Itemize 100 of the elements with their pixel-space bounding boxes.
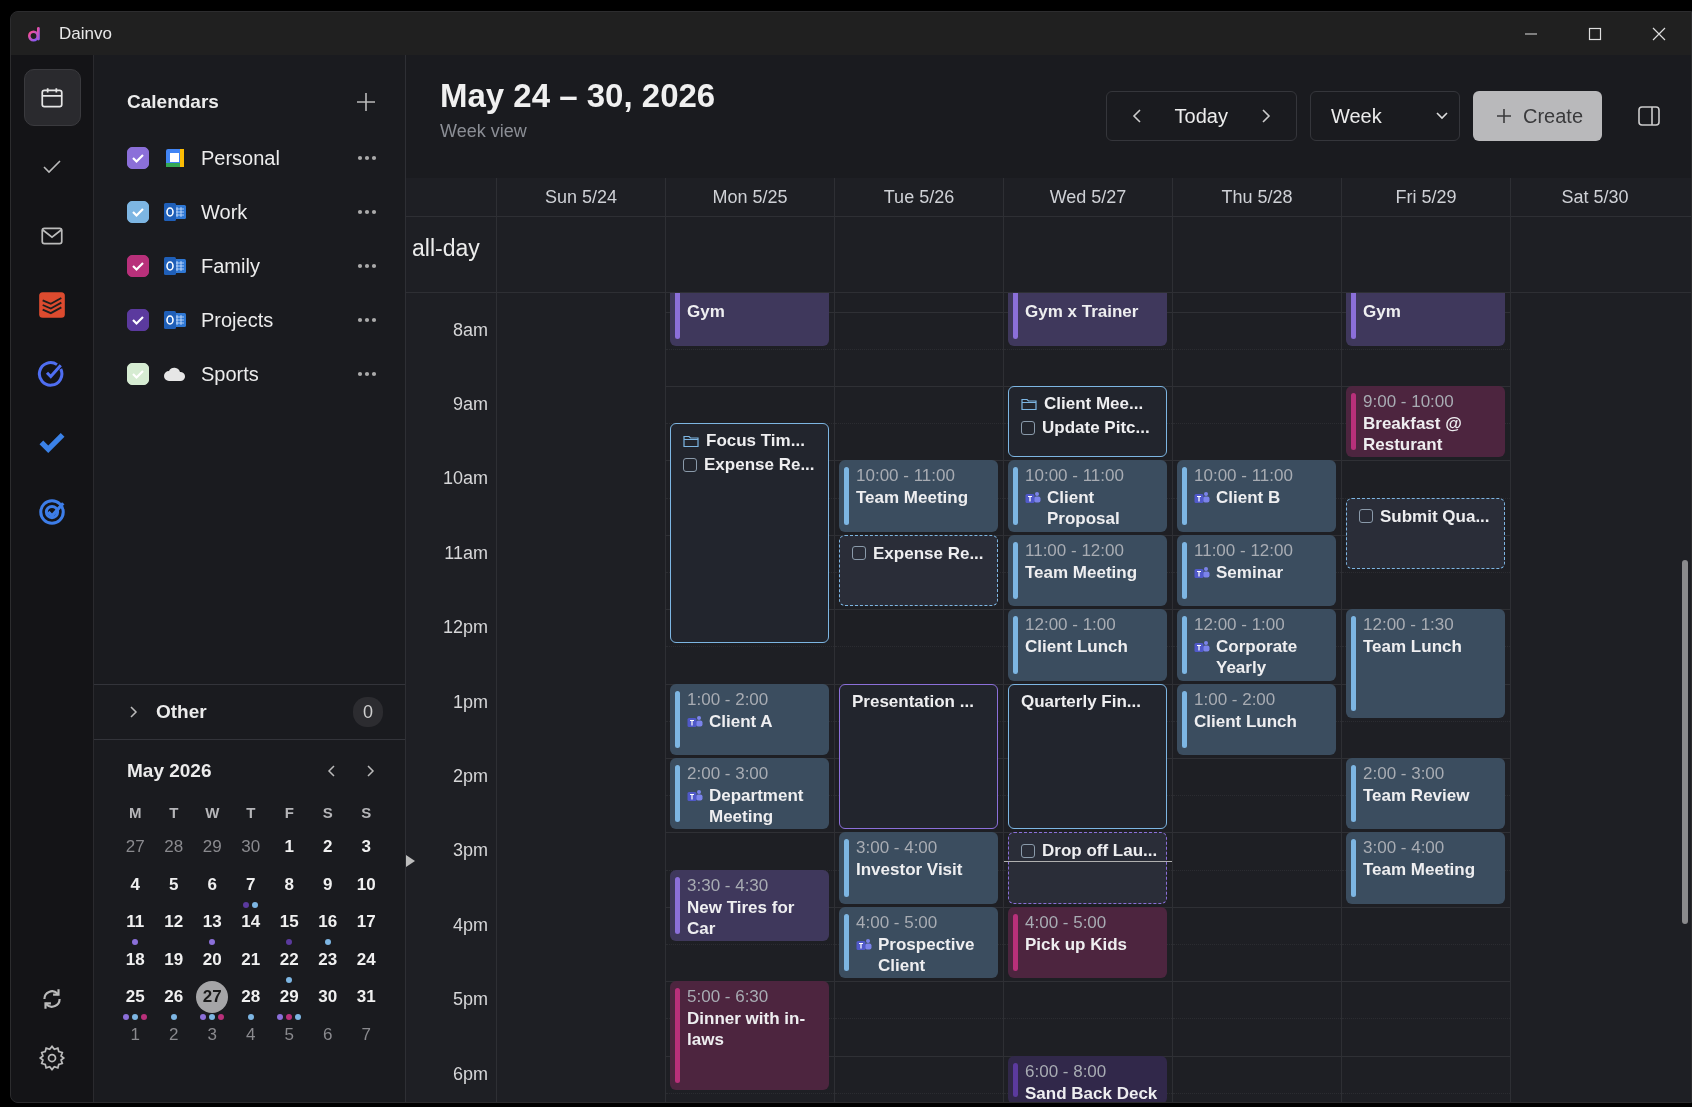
task-checkbox[interactable] bbox=[683, 457, 697, 472]
task-card[interactable]: Expense Re... bbox=[839, 534, 998, 607]
date-button[interactable]: 2 bbox=[311, 831, 344, 864]
date-button[interactable]: 13 bbox=[196, 906, 229, 939]
event-card[interactable]: 4:00 - 5:00 Pick up Kids bbox=[1008, 906, 1167, 979]
event-card[interactable]: 1:00 - 2:00 Client A bbox=[670, 683, 829, 755]
date-button[interactable]: 18 bbox=[119, 943, 152, 976]
date-button[interactable]: 11 bbox=[119, 906, 152, 939]
date-button[interactable]: 7 bbox=[234, 868, 267, 901]
calendar-checkbox[interactable] bbox=[127, 201, 149, 223]
date-button[interactable]: 12 bbox=[157, 906, 190, 939]
group-label[interactable]: Other bbox=[156, 701, 337, 723]
calendar-name[interactable]: Personal bbox=[201, 146, 357, 170]
event-card[interactable]: 2:00 - 3:00 Team Review bbox=[1346, 758, 1505, 830]
more-icon[interactable] bbox=[357, 317, 377, 323]
task-card[interactable]: Drop off Lau... bbox=[1008, 832, 1167, 904]
settings-icon[interactable] bbox=[38, 1044, 66, 1072]
date-button[interactable]: 6 bbox=[196, 868, 229, 901]
date-button[interactable]: 15 bbox=[273, 906, 306, 939]
event-card[interactable]: 12:00 - 1:00 Client Lunch bbox=[1008, 609, 1167, 681]
more-icon[interactable] bbox=[357, 155, 377, 161]
event-card[interactable]: 10:00 - 11:00 Client B bbox=[1177, 460, 1336, 532]
date-button[interactable]: 31 bbox=[350, 981, 383, 1014]
date-button[interactable]: 6 bbox=[311, 1018, 344, 1051]
date-button[interactable]: 2 bbox=[157, 1018, 190, 1051]
calendar-checkbox[interactable] bbox=[127, 255, 149, 277]
task-checkbox[interactable] bbox=[1021, 843, 1035, 858]
task-card[interactable]: Submit Qua... bbox=[1346, 497, 1505, 569]
task-checkbox[interactable] bbox=[1021, 420, 1035, 435]
event-group-card[interactable]: Client Mee... Update Pitc... bbox=[1008, 386, 1167, 458]
event-card[interactable]: 3:00 - 4:00 Investor Visit bbox=[839, 832, 998, 904]
side-panel-icon[interactable] bbox=[1637, 105, 1661, 127]
event-card[interactable]: 6:00 - 8:00 Sand Back Deck bbox=[1008, 1055, 1167, 1102]
event-card[interactable]: 10:00 - 11:00 Client Proposal bbox=[1008, 460, 1167, 532]
add-icon[interactable] bbox=[355, 91, 377, 113]
date-button[interactable]: 30 bbox=[311, 981, 344, 1014]
calendar-checkbox[interactable] bbox=[127, 147, 149, 169]
more-icon[interactable] bbox=[357, 263, 377, 269]
create-button[interactable]: Create bbox=[1472, 91, 1602, 141]
task-checkbox[interactable] bbox=[852, 546, 866, 561]
calendar-name[interactable]: Sports bbox=[201, 362, 357, 386]
event-card[interactable]: 11:00 - 12:00 Seminar bbox=[1177, 534, 1336, 607]
maximize-icon[interactable] bbox=[1587, 25, 1603, 42]
date-button[interactable]: 20 bbox=[196, 943, 229, 976]
event-card[interactable]: Gym bbox=[670, 293, 829, 346]
calendar-checkbox[interactable] bbox=[127, 309, 149, 331]
event-card[interactable]: Gym x Trainer bbox=[1008, 293, 1167, 346]
calendar-name[interactable]: Work bbox=[201, 200, 357, 224]
more-icon[interactable] bbox=[357, 371, 377, 377]
date-button[interactable]: 4 bbox=[234, 1018, 267, 1051]
date-button[interactable]: 8 bbox=[273, 868, 306, 901]
date-button[interactable]: 22 bbox=[273, 943, 306, 976]
view-select[interactable]: Week bbox=[1309, 91, 1460, 141]
scrollbar[interactable] bbox=[1682, 560, 1688, 924]
calendar-name[interactable]: Family bbox=[201, 254, 357, 278]
event-card[interactable]: 9:00 - 10:00 Breakfast @ Resturant bbox=[1346, 386, 1505, 458]
date-button[interactable]: 19 bbox=[157, 943, 190, 976]
task-checkbox[interactable] bbox=[1359, 509, 1373, 524]
more-icon[interactable] bbox=[357, 209, 377, 215]
event-group-card[interactable]: Presentation ... bbox=[839, 683, 998, 830]
date-button[interactable]: 30 bbox=[234, 831, 267, 864]
date-button[interactable]: 3 bbox=[196, 1018, 229, 1051]
event-card[interactable]: 3:00 - 4:00 Team Meeting bbox=[1346, 832, 1505, 904]
event-card[interactable]: 1:00 - 2:00 Client Lunch bbox=[1177, 683, 1336, 755]
date-button[interactable]: 5 bbox=[157, 868, 190, 901]
event-card[interactable]: 5:00 - 6:30 Dinner with in-laws bbox=[670, 981, 829, 1090]
date-button[interactable]: 29 bbox=[196, 831, 229, 864]
date-button[interactable]: 27 bbox=[196, 981, 229, 1014]
date-button[interactable]: 4 bbox=[119, 868, 152, 901]
event-card[interactable]: 10:00 - 11:00 Team Meeting bbox=[839, 460, 998, 532]
date-button[interactable]: 25 bbox=[119, 981, 152, 1014]
date-button[interactable]: 23 bbox=[311, 943, 344, 976]
date-button[interactable]: 3 bbox=[350, 831, 383, 864]
date-button[interactable]: 24 bbox=[350, 943, 383, 976]
date-button[interactable]: 28 bbox=[157, 831, 190, 864]
date-button[interactable]: 5 bbox=[273, 1018, 306, 1051]
event-card[interactable]: 4:00 - 5:00 Prospective Client bbox=[839, 906, 998, 979]
date-button[interactable]: 7 bbox=[350, 1018, 383, 1051]
date-button[interactable]: 17 bbox=[350, 906, 383, 939]
date-button[interactable]: 14 bbox=[234, 906, 267, 939]
date-button[interactable]: 27 bbox=[119, 831, 152, 864]
date-button[interactable]: 16 bbox=[311, 906, 344, 939]
date-button[interactable]: 9 bbox=[311, 868, 344, 901]
calendar-nav-button[interactable] bbox=[23, 69, 81, 126]
event-card[interactable]: 3:30 - 4:30 New Tires for Car bbox=[670, 869, 829, 941]
calendar-name[interactable]: Projects bbox=[201, 308, 357, 332]
event-card[interactable]: Gym bbox=[1346, 293, 1505, 346]
event-card[interactable]: 2:00 - 3:00 Department Meeting bbox=[670, 758, 829, 830]
event-group-card[interactable]: Focus Tim... Expense Re... bbox=[670, 423, 829, 644]
event-card[interactable]: 12:00 - 1:00 Corporate Yearly bbox=[1177, 609, 1336, 681]
date-button[interactable]: 10 bbox=[350, 868, 383, 901]
date-button[interactable]: 1 bbox=[273, 831, 306, 864]
today-button[interactable]: Today bbox=[1174, 104, 1228, 128]
event-card[interactable]: 11:00 - 12:00 Team Meeting bbox=[1008, 534, 1167, 607]
date-button[interactable]: 1 bbox=[119, 1018, 152, 1051]
event-card[interactable]: 12:00 - 1:30 Team Lunch bbox=[1346, 609, 1505, 718]
date-button[interactable]: 28 bbox=[234, 981, 267, 1014]
date-button[interactable]: 29 bbox=[273, 981, 306, 1014]
date-button[interactable]: 26 bbox=[157, 981, 190, 1014]
event-group-card[interactable]: Quarterly Fin... bbox=[1008, 683, 1167, 830]
